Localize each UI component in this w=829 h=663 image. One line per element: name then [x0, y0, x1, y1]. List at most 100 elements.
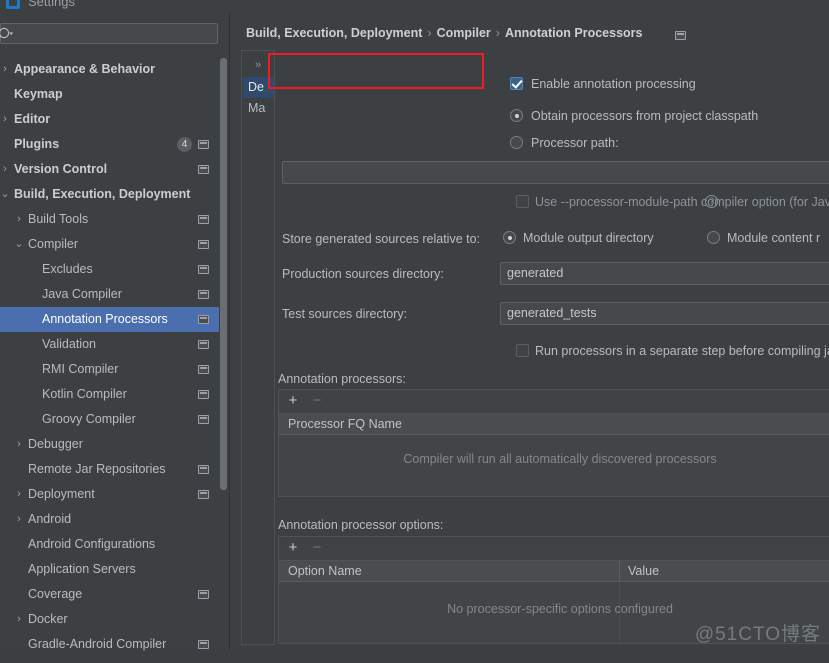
module-scope-icon[interactable] [198, 340, 209, 349]
title-bar: Settings [0, 0, 829, 13]
module-scope-icon[interactable] [198, 265, 209, 274]
options-table-toolbar: + − [278, 536, 829, 560]
sidebar-item-validation[interactable]: Validation [0, 332, 219, 357]
sidebar-item-label: Build, Execution, Deployment [14, 187, 191, 201]
chevron-down-icon[interactable]: ⌄ [0, 182, 12, 207]
module-scope-icon[interactable] [198, 490, 209, 499]
breadcrumb-part[interactable]: Annotation Processors [505, 26, 643, 40]
separate-step-label: Run processors in a separate step before… [535, 344, 829, 358]
test-sources-input[interactable]: generated_tests [500, 302, 829, 325]
processors-table-title: Annotation processors: [278, 372, 406, 386]
sidebar-item-java-compiler[interactable]: Java Compiler [0, 282, 219, 307]
module-scope-icon[interactable] [198, 240, 209, 249]
sidebar-item-label: Appearance & Behavior [14, 62, 156, 76]
search-input[interactable] [0, 23, 218, 44]
options-col-name[interactable]: Option Name [288, 561, 362, 582]
sidebar-item-build-execution-deployment[interactable]: ⌄ Build, Execution, Deployment [0, 182, 219, 207]
enable-annotation-processing-box[interactable] [510, 77, 523, 90]
module-output-directory-radio-dot[interactable] [503, 231, 516, 244]
processors-table-empty-text: Compiler will run all automatically disc… [403, 452, 717, 466]
processors-col-fqname[interactable]: Processor FQ Name [288, 414, 402, 435]
sidebar-item-label: Java Compiler [42, 287, 122, 301]
sidebar-item-deployment[interactable]: › Deployment [0, 482, 219, 507]
module-list-item[interactable]: Ma [243, 98, 274, 119]
sidebar-item-application-servers[interactable]: Application Servers [0, 557, 219, 582]
sidebar-item-keymap[interactable]: Keymap [0, 82, 219, 107]
production-sources-label: Production sources directory: [282, 267, 444, 281]
module-scope-icon[interactable] [198, 140, 209, 149]
settings-tree[interactable]: › Appearance & Behavior Keymap › Editor Plugi… [0, 57, 219, 663]
breadcrumb-separator: › [495, 26, 500, 40]
module-scope-icon[interactable] [198, 290, 209, 299]
separate-step-box[interactable] [516, 344, 529, 357]
breadcrumb-part[interactable]: Build, Execution, Deployment [246, 26, 422, 40]
search-field[interactable] [0, 23, 219, 45]
module-scope-icon[interactable] [198, 415, 209, 424]
processors-remove-button[interactable]: − [309, 393, 325, 409]
sidebar-item-label: Annotation Processors [42, 312, 168, 326]
options-col-value[interactable]: Value [628, 561, 659, 582]
sidebar-item-label: Build Tools [28, 212, 89, 226]
sidebar-scrollbar-thumb[interactable] [220, 58, 227, 490]
module-scope-icon[interactable] [198, 590, 209, 599]
settings-content-pane: Build, Execution, Deployment › Compiler › An… [230, 13, 829, 650]
search-icon[interactable] [0, 26, 17, 42]
module-content-root-radio-dot[interactable] [707, 231, 720, 244]
processor-path-radio-dot[interactable] [510, 136, 523, 149]
sidebar-item-android-configurations[interactable]: Android Configurations [0, 532, 219, 557]
chevron-right-icon[interactable]: › [0, 57, 12, 82]
module-scope-icon[interactable] [198, 215, 209, 224]
chevron-right-icon[interactable]: › [12, 207, 26, 232]
sidebar-item-plugins[interactable]: Plugins 4 [0, 132, 219, 157]
processor-path-input[interactable] [282, 161, 829, 184]
sidebar-item-editor[interactable]: › Editor [0, 107, 219, 132]
sidebar-item-debugger[interactable]: › Debugger [0, 432, 219, 457]
module-scope-icon[interactable] [198, 165, 209, 174]
module-list-panel[interactable]: » De Ma [241, 50, 275, 645]
chevron-right-icon[interactable]: › [12, 432, 26, 457]
module-scope-icon[interactable] [198, 365, 209, 374]
sidebar-item-label: Groovy Compiler [42, 412, 136, 426]
expand-modules-button[interactable]: » [248, 56, 268, 74]
processors-add-button[interactable]: + [285, 393, 301, 409]
breadcrumb-part[interactable]: Compiler [437, 26, 491, 40]
module-scope-icon[interactable] [198, 315, 209, 324]
sidebar-item-rmi-compiler[interactable]: RMI Compiler [0, 357, 219, 382]
module-list-item[interactable]: De [243, 77, 274, 98]
production-sources-input[interactable]: generated [500, 262, 829, 285]
sidebar-item-annotation-processors[interactable]: Annotation Processors [0, 307, 219, 332]
options-header-divider[interactable] [619, 561, 620, 581]
chevron-right-icon[interactable]: › [12, 507, 26, 532]
sidebar-item-version-control[interactable]: › Version Control [0, 157, 219, 182]
sidebar-item-label: Coverage [28, 587, 83, 601]
sidebar-item-compiler[interactable]: ⌄ Compiler [0, 232, 219, 257]
sidebar-item-gradle-android-compiler[interactable]: Gradle-Android Compiler [0, 632, 219, 657]
processors-table-body[interactable]: Compiler will run all automatically disc… [278, 435, 829, 497]
help-icon[interactable]: ? [705, 195, 718, 208]
sidebar-item-coverage[interactable]: Coverage [0, 582, 219, 607]
sidebar-item-remote-jar-repositories[interactable]: Remote Jar Repositories [0, 457, 219, 482]
breadcrumb-module-icon[interactable] [675, 31, 686, 40]
sidebar-item-appearance-behavior[interactable]: › Appearance & Behavior [0, 57, 219, 82]
sidebar-item-android[interactable]: › Android [0, 507, 219, 532]
module-scope-icon[interactable] [198, 465, 209, 474]
processor-module-path-box[interactable] [516, 195, 529, 208]
module-scope-icon[interactable] [198, 390, 209, 399]
options-add-button[interactable]: + [285, 540, 301, 556]
chevron-right-icon[interactable]: › [0, 107, 12, 132]
sidebar-item-kotlin-compiler[interactable]: Kotlin Compiler [0, 382, 219, 407]
module-scope-icon[interactable] [198, 640, 209, 649]
sidebar-item-build-tools[interactable]: › Build Tools [0, 207, 219, 232]
breadcrumb[interactable]: Build, Execution, Deployment › Compiler › An… [246, 26, 642, 40]
options-remove-button[interactable]: − [309, 540, 325, 556]
chevron-right-icon[interactable]: › [0, 157, 12, 182]
sidebar-item-label: Compiler [28, 237, 79, 251]
sidebar-item-groovy-compiler[interactable]: Groovy Compiler [0, 407, 219, 432]
obtain-processors-radio-dot[interactable] [510, 109, 523, 122]
sidebar-item-excludes[interactable]: Excludes [0, 257, 219, 282]
chevron-right-icon[interactable]: › [12, 607, 26, 632]
sidebar-item-docker[interactable]: › Docker [0, 607, 219, 632]
chevron-down-icon[interactable]: ⌄ [12, 232, 26, 257]
processors-table-header: Processor FQ Name [278, 413, 829, 435]
chevron-right-icon[interactable]: › [12, 482, 26, 507]
